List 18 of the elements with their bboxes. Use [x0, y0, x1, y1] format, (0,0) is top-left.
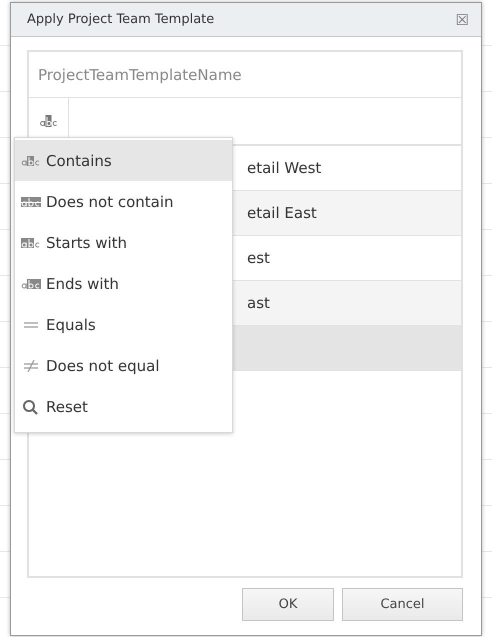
menu-item[interactable]: Reset: [15, 386, 232, 427]
dialog-button[interactable]: Cancel: [342, 588, 463, 621]
close-button[interactable]: ☒: [456, 10, 469, 28]
text-filter-icon: [21, 278, 41, 290]
table-cell: etail West: [247, 159, 322, 177]
text-filter-icon: [21, 196, 41, 208]
menu-item[interactable]: Contains: [15, 140, 232, 181]
menu-item[interactable]: Does not equal: [15, 345, 232, 386]
table-cell: ast: [247, 294, 270, 312]
dialog-title: Apply Project Team Template: [27, 12, 214, 27]
table-cell: est: [247, 249, 270, 267]
text-filter-icon: [21, 154, 41, 166]
text-filter-icon: [40, 115, 58, 127]
table-cell: etail East: [247, 204, 317, 222]
column-header[interactable]: ProjectTeamTemplateName: [38, 66, 242, 84]
text-filter-icon: [21, 236, 41, 248]
not-equal-icon: [21, 360, 41, 372]
dialog-button[interactable]: OK: [242, 588, 334, 621]
